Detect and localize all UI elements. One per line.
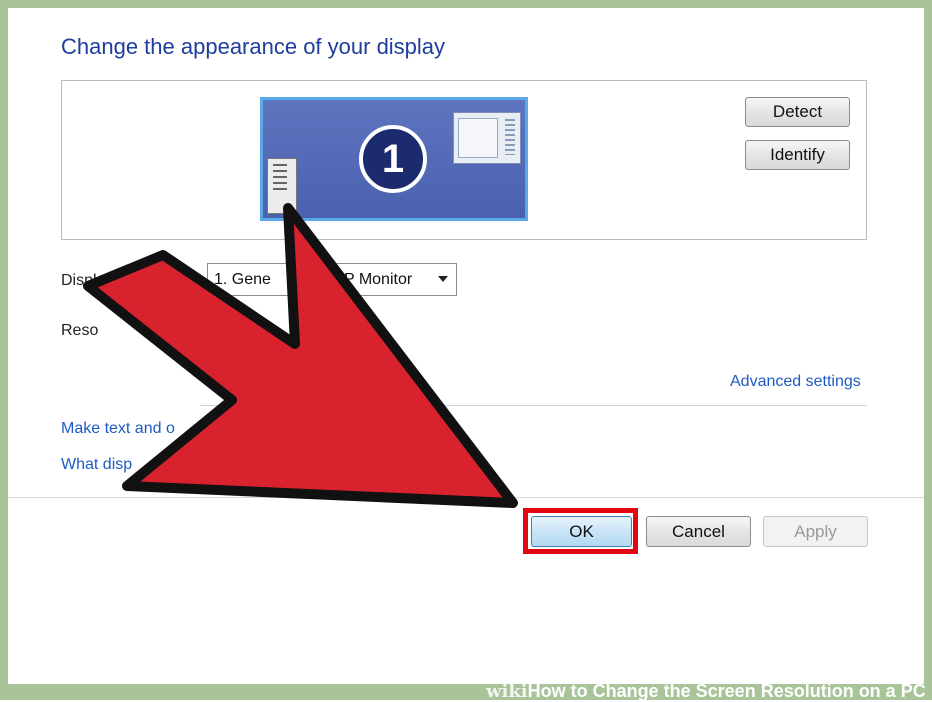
red-arrow-icon <box>83 203 518 508</box>
watermark-text: wikiHow to Change the Screen Resolution … <box>486 681 926 702</box>
watermark-title: How to Change the Screen Resolution on a… <box>527 681 926 701</box>
pointer-arrow-graphic <box>83 203 518 508</box>
wiki-brand: wiki <box>486 681 528 702</box>
